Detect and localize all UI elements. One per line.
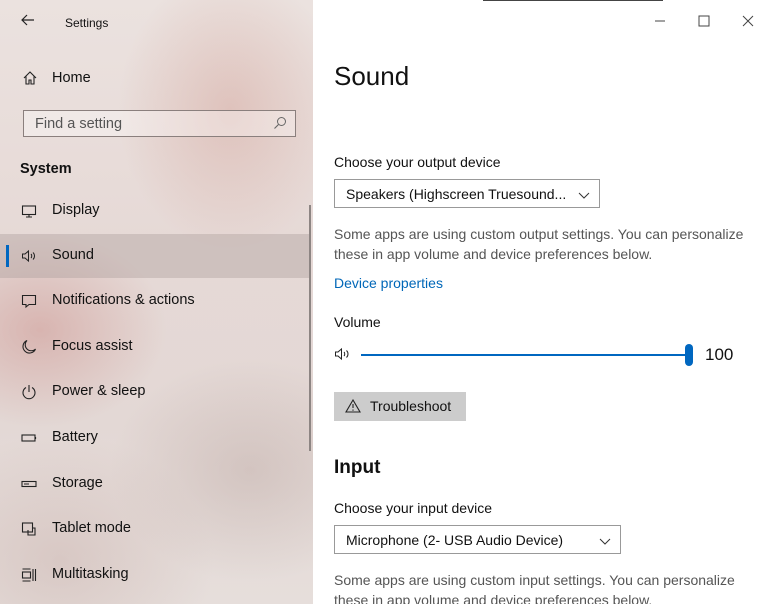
sidebar-item-label: Focus assist [52, 338, 133, 354]
volume-slider-track [361, 354, 693, 356]
chevron-down-icon [599, 534, 611, 546]
output-device-label: Choose your output device [334, 154, 501, 170]
output-device-value: Speakers (Highscreen Truesound... [346, 186, 567, 202]
troubleshoot-label: Troubleshoot [370, 398, 452, 414]
maximize-icon[interactable] [697, 14, 711, 28]
sidebar-item-focus-assist[interactable]: Focus assist [0, 325, 310, 369]
output-description: Some apps are using custom output settin… [334, 226, 744, 262]
main-panel: Sound Choose your output device Speakers… [313, 0, 766, 604]
volume-value: 100 [705, 345, 734, 364]
battery-icon [21, 430, 37, 446]
sidebar-item-display[interactable]: Display [0, 189, 310, 233]
storage-icon [21, 476, 37, 492]
sidebar-item-label: Battery [52, 429, 98, 445]
sidebar-item-multitasking[interactable]: Multitasking [0, 553, 310, 597]
speaker-icon [21, 248, 37, 264]
search-input[interactable]: Find a setting [23, 110, 296, 137]
active-indicator [6, 245, 9, 267]
section-heading: System [20, 161, 72, 177]
close-icon[interactable] [741, 14, 755, 28]
sidebar-item-label: Sound [52, 247, 94, 263]
sidebar-item-sound[interactable]: Sound [0, 234, 310, 278]
window-title: Settings [65, 16, 109, 30]
troubleshoot-button[interactable]: Troubleshoot [334, 392, 466, 421]
sidebar-item-label: Display [52, 202, 100, 218]
multitasking-icon [21, 567, 37, 583]
sidebar-item-battery[interactable]: Battery [0, 416, 310, 460]
warning-icon [345, 398, 361, 413]
sidebar-scrollbar[interactable] [309, 205, 311, 451]
page-title: Sound [334, 61, 410, 91]
home-icon [22, 70, 38, 86]
sidebar-item-label: Power & sleep [52, 383, 146, 399]
input-heading: Input [334, 457, 381, 478]
search-icon[interactable] [273, 116, 287, 130]
minimize-icon[interactable] [653, 14, 667, 28]
input-description: Some apps are using custom input setting… [334, 572, 735, 604]
chevron-down-icon [578, 188, 590, 200]
input-device-value: Microphone (2- USB Audio Device) [346, 532, 564, 548]
volume-slider-thumb[interactable] [685, 344, 693, 366]
sidebar-item-tablet-mode[interactable]: Tablet mode [0, 507, 310, 551]
sidebar: Settings Home Find a setting System Disp… [0, 0, 313, 604]
sidebar-item-label: Storage [52, 475, 103, 491]
sidebar-item-storage[interactable]: Storage [0, 462, 310, 506]
tablet-mode-icon [21, 521, 37, 537]
display-icon [21, 203, 37, 219]
device-properties-link[interactable]: Device properties [334, 275, 443, 291]
sidebar-item-power-sleep[interactable]: Power & sleep [0, 370, 310, 414]
volume-icon[interactable] [334, 346, 356, 362]
search-placeholder: Find a setting [35, 116, 123, 132]
sidebar-item-label: Multitasking [52, 566, 129, 582]
volume-label: Volume [334, 314, 381, 330]
sidebar-item-label: Tablet mode [52, 520, 131, 536]
output-device-dropdown[interactable]: Speakers (Highscreen Truesound... [334, 179, 600, 208]
back-arrow-icon[interactable] [20, 12, 36, 28]
volume-slider[interactable] [361, 344, 693, 366]
input-device-label: Choose your input device [334, 500, 492, 516]
notification-icon [21, 293, 37, 309]
sidebar-item-notifications[interactable]: Notifications & actions [0, 279, 310, 323]
top-divider [483, 0, 663, 1]
power-icon [21, 384, 37, 400]
input-device-dropdown[interactable]: Microphone (2- USB Audio Device) [334, 525, 621, 554]
sidebar-item-home[interactable]: Home [0, 62, 313, 94]
sidebar-item-label: Notifications & actions [52, 292, 195, 308]
sidebar-item-label: Home [52, 70, 91, 86]
moon-icon [21, 339, 37, 355]
